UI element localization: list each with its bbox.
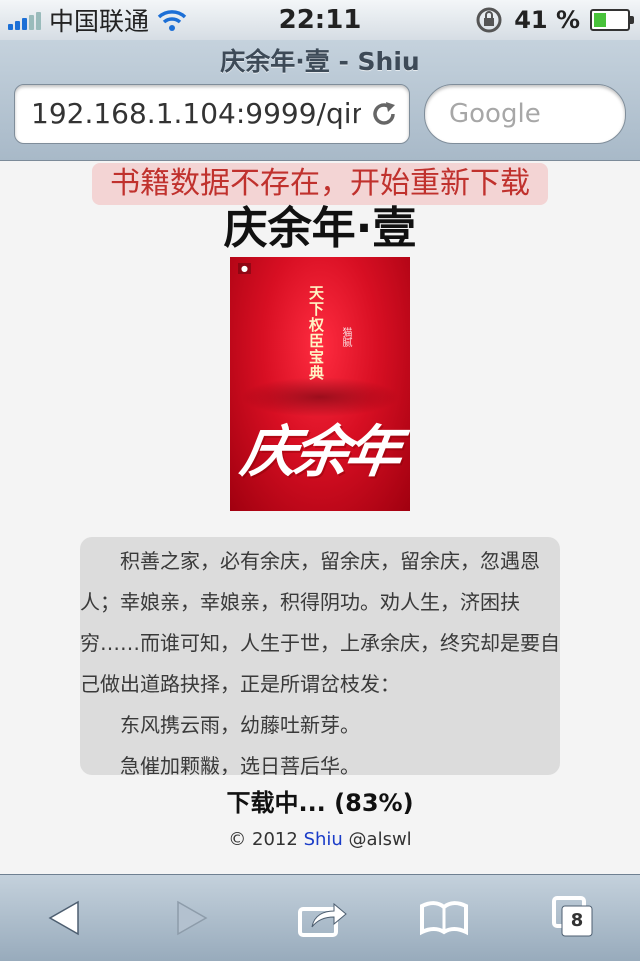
bookmarks-button[interactable]	[394, 875, 494, 961]
book-title: 庆余年·壹	[223, 203, 417, 254]
forward-icon	[177, 900, 208, 936]
cover-brush-title: 庆余年	[236, 420, 402, 485]
tab-count-badge: 8	[562, 907, 592, 937]
book-excerpt[interactable]: 积善之家，必有余庆，留余庆，留余庆，忽遇恩人；幸娘亲，幸娘亲，积得阴功。劝人生，…	[80, 537, 560, 775]
tab-count: 8	[570, 910, 584, 931]
author-handle: @alswl	[348, 829, 412, 850]
back-icon	[48, 900, 79, 936]
excerpt-paragraph: 急催加颗黻，选日菩后华。	[120, 754, 360, 775]
cover-author: 猫腻	[340, 327, 351, 347]
page-title: 庆余年·壹 - Shiu	[220, 47, 420, 76]
tabs-button[interactable]: 8	[524, 875, 624, 961]
shiu-link[interactable]: Shiu	[304, 829, 343, 850]
back-button[interactable]	[14, 875, 114, 961]
footer: © 2012 Shiu @alswl	[0, 829, 640, 850]
book-cover: ● 天下权臣宝典 猫腻 庆余年	[230, 257, 410, 511]
search-field[interactable]: Google	[424, 84, 626, 144]
share-button[interactable]	[272, 875, 372, 961]
page-content: 书籍数据不存在，开始重新下载 庆余年·壹 ● 天下权臣宝典 猫腻 庆余年 积善之…	[0, 161, 640, 873]
excerpt-paragraph: 积善之家，必有余庆，留余庆，留余庆，忽遇恩人；幸娘亲，幸娘亲，积得阴功。劝人生，…	[80, 549, 560, 696]
cover-subtitle: 天下权臣宝典	[307, 285, 325, 381]
browser-toolbar: 8	[0, 874, 640, 961]
bookmarks-icon	[420, 901, 468, 936]
error-notice: 书籍数据不存在，开始重新下载	[92, 163, 548, 205]
address-bar[interactable]: 192.168.1.104:9999/qing	[14, 84, 410, 144]
url-text: 192.168.1.104:9999/qing	[31, 97, 361, 130]
copyright: © 2012	[228, 829, 298, 850]
share-icon	[298, 902, 347, 937]
status-bar: 中国联通 22:11 41 %	[0, 0, 640, 40]
download-progress: 下载中... (83%)	[226, 789, 414, 817]
publisher-badge: ●	[238, 263, 251, 274]
search-placeholder: Google	[449, 99, 541, 129]
rotation-lock-icon	[476, 7, 502, 33]
reload-icon[interactable]	[369, 99, 399, 129]
browser-chrome: 庆余年·壹 - Shiu 192.168.1.104:9999/qing Goo…	[0, 40, 640, 161]
forward-button[interactable]	[142, 875, 242, 961]
excerpt-paragraph: 东风携云雨，幼藤吐新芽。	[120, 713, 360, 737]
battery-percent: 41 %	[514, 6, 580, 34]
battery-icon	[590, 9, 634, 31]
